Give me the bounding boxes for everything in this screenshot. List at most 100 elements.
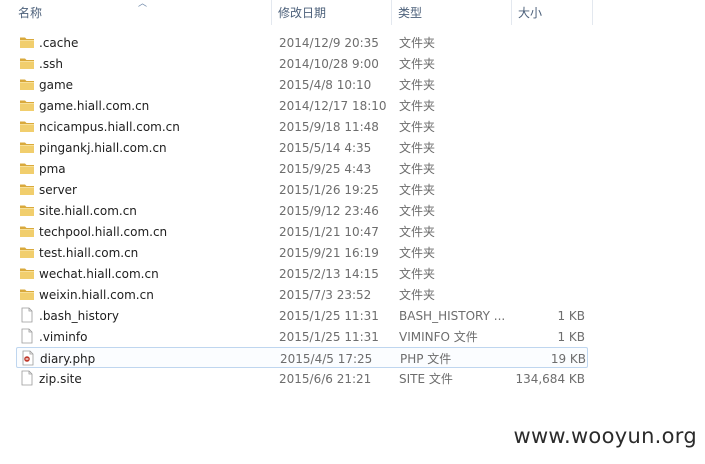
file-row[interactable]: wechat.hiall.com.cn 2015/2/13 14:15 文件夹 <box>16 263 588 284</box>
file-type: 文件夹 <box>399 288 436 302</box>
file-row[interactable]: .bash_history 2015/1/25 11:31 BASH_HISTORY… <box>16 305 588 326</box>
folder-icon <box>19 34 35 51</box>
file-size <box>513 95 585 116</box>
folder-icon <box>19 286 35 303</box>
sort-ascending-icon: ︿ <box>138 0 148 9</box>
file-date: 2015/4/5 17:25 <box>280 352 373 366</box>
file-type: 文件夹 <box>399 267 436 281</box>
file-row[interactable]: game.hiall.com.cn 2014/12/17 18:10 文件夹 <box>16 95 588 116</box>
file-type: 文件夹 <box>399 78 436 92</box>
php-file-icon <box>20 350 36 367</box>
file-size: 134,684 KB <box>515 372 585 386</box>
column-header-size[interactable]: 大小 <box>512 0 593 25</box>
file-date: 2015/4/8 10:10 <box>279 78 372 92</box>
folder-icon <box>19 202 35 219</box>
folder-icon <box>19 181 35 198</box>
file-type: 文件夹 <box>399 57 436 71</box>
file-name: pma <box>39 162 66 176</box>
file-icon <box>19 307 35 324</box>
file-row[interactable]: server 2015/1/26 19:25 文件夹 <box>16 179 588 200</box>
file-name: .viminfo <box>39 330 88 344</box>
folder-icon <box>19 265 35 282</box>
file-row[interactable]: test.hiall.com.cn 2015/9/21 16:19 文件夹 <box>16 242 588 263</box>
watermark: www.wooyun.org <box>513 424 697 448</box>
file-row[interactable]: weixin.hiall.com.cn 2015/7/3 23:52 文件夹 <box>16 284 588 305</box>
folder-icon <box>19 76 35 93</box>
file-row[interactable]: techpool.hiall.com.cn 2015/1/21 10:47 文件夹 <box>16 221 588 242</box>
file-icon <box>19 370 35 387</box>
file-row[interactable]: zip.site 2015/6/6 21:21 SITE 文件 134,684 KB <box>16 368 588 389</box>
file-row[interactable]: .cache 2014/12/9 20:35 文件夹 <box>16 32 588 53</box>
file-size <box>513 116 585 137</box>
column-header-type[interactable]: 类型 <box>392 0 512 25</box>
file-size <box>513 263 585 284</box>
file-name: game.hiall.com.cn <box>39 99 150 113</box>
file-date: 2015/6/6 21:21 <box>279 372 372 386</box>
file-row[interactable]: ncicampus.hiall.com.cn 2015/9/18 11:48 文件夹 <box>16 116 588 137</box>
file-date: 2015/1/25 11:31 <box>279 309 379 323</box>
file-row[interactable]: .viminfo 2015/1/25 11:31 VIMINFO 文件 1 KB <box>16 326 588 347</box>
folder-icon <box>19 223 35 240</box>
file-name: weixin.hiall.com.cn <box>39 288 154 302</box>
file-date: 2015/7/3 23:52 <box>279 288 372 302</box>
file-date: 2015/1/25 11:31 <box>279 330 379 344</box>
file-date: 2015/1/21 10:47 <box>279 225 379 239</box>
file-date: 2014/12/9 20:35 <box>279 36 379 50</box>
file-type: BASH_HISTORY ... <box>399 309 506 323</box>
folder-icon <box>19 118 35 135</box>
file-size: 19 KB <box>550 352 586 366</box>
file-type: 文件夹 <box>399 99 436 113</box>
file-type: 文件夹 <box>399 246 436 260</box>
column-header-date[interactable]: 修改日期 <box>272 0 392 25</box>
file-type: 文件夹 <box>399 120 436 134</box>
file-name: .cache <box>39 36 79 50</box>
file-name: .ssh <box>39 57 63 71</box>
file-type: 文件夹 <box>399 183 436 197</box>
file-name: diary.php <box>40 352 96 366</box>
file-date: 2015/2/13 14:15 <box>279 267 379 281</box>
file-date: 2015/9/18 11:48 <box>279 120 379 134</box>
file-name: server <box>39 183 77 197</box>
file-date: 2015/1/26 19:25 <box>279 183 379 197</box>
file-size <box>513 158 585 179</box>
file-size <box>513 242 585 263</box>
file-type: 文件夹 <box>399 141 436 155</box>
file-size: 1 KB <box>557 309 585 323</box>
file-type: 文件夹 <box>399 36 436 50</box>
folder-icon <box>19 139 35 156</box>
file-date: 2015/9/12 23:46 <box>279 204 379 218</box>
file-name: site.hiall.com.cn <box>39 204 137 218</box>
file-size <box>513 32 585 53</box>
file-name: test.hiall.com.cn <box>39 246 139 260</box>
file-date: 2015/9/21 16:19 <box>279 246 379 260</box>
file-size <box>513 74 585 95</box>
file-size <box>513 221 585 242</box>
file-name: pingankj.hiall.com.cn <box>39 141 167 155</box>
file-row[interactable]: diary.php 2015/4/5 17:25 PHP 文件 19 KB <box>16 347 588 368</box>
folder-icon <box>19 97 35 114</box>
file-name: game <box>39 78 74 92</box>
file-date: 2015/5/14 4:35 <box>279 141 372 155</box>
folder-icon <box>19 244 35 261</box>
file-type: 文件夹 <box>399 162 436 176</box>
column-header-name[interactable]: 名称 <box>0 0 272 25</box>
file-date: 2014/12/17 18:10 <box>279 99 387 113</box>
file-name: techpool.hiall.com.cn <box>39 225 168 239</box>
file-icon <box>19 328 35 345</box>
file-row[interactable]: pma 2015/9/25 4:43 文件夹 <box>16 158 588 179</box>
file-type: PHP 文件 <box>400 352 452 366</box>
file-type: 文件夹 <box>399 204 436 218</box>
folder-icon <box>19 55 35 72</box>
file-row[interactable]: .ssh 2014/10/28 9:00 文件夹 <box>16 53 588 74</box>
file-type: VIMINFO 文件 <box>399 330 478 344</box>
file-row[interactable]: site.hiall.com.cn 2015/9/12 23:46 文件夹 <box>16 200 588 221</box>
folder-icon <box>19 160 35 177</box>
file-row[interactable]: game 2015/4/8 10:10 文件夹 <box>16 74 588 95</box>
file-date: 2015/9/25 4:43 <box>279 162 372 176</box>
file-name: .bash_history <box>39 309 119 323</box>
file-row[interactable]: pingankj.hiall.com.cn 2015/5/14 4:35 文件夹 <box>16 137 588 158</box>
file-type: 文件夹 <box>399 225 436 239</box>
file-name: wechat.hiall.com.cn <box>39 267 159 281</box>
file-size <box>513 53 585 74</box>
file-size <box>513 179 585 200</box>
